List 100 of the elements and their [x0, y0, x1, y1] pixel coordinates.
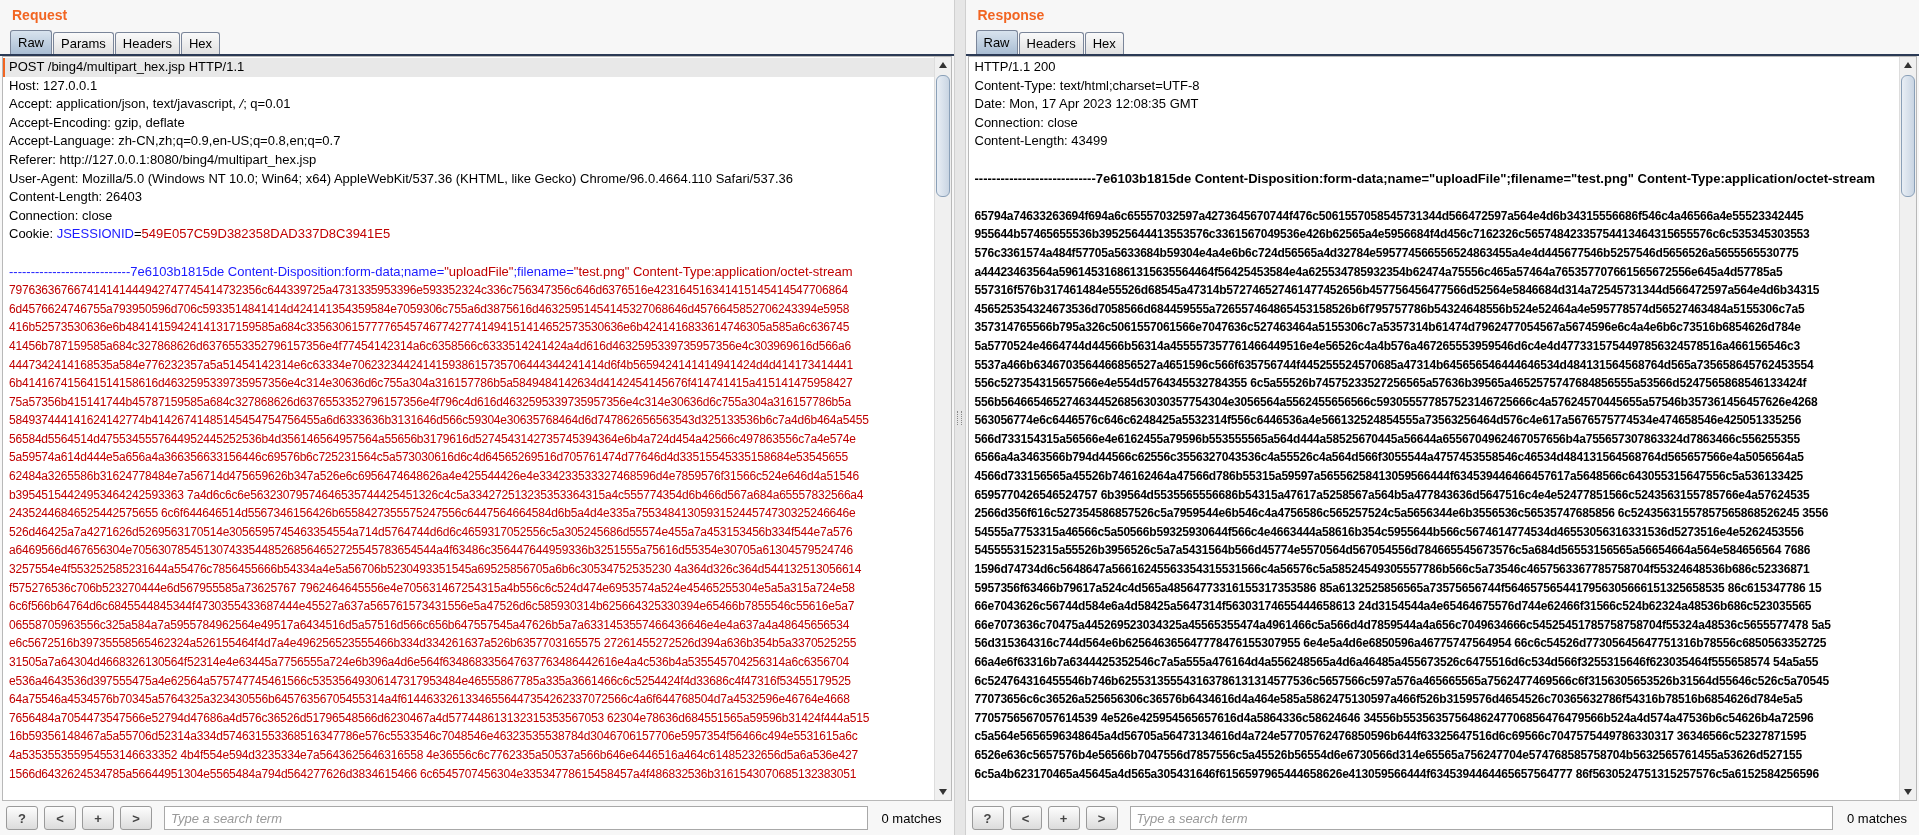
hex-body-line: 7705756567057614539 4e526e425954565657616d4a5864336c58624646 34556b5535635756486247706856476479566b524a4d574a47536b6c54626b4a72596 — [973, 709, 1815, 727]
hex-body-line: 566d733154315a56566e4e6162455a79596b553555565a564d444a58525670445a56644a6556704962467057656b4a755657307863324d7863466c556255355 — [973, 430, 1801, 448]
search-nav-button[interactable]: ? — [6, 806, 38, 830]
hex-body-line: a6469566d467656304e70563078545130743354485268564652725545783654544a4f63486c356447644959336b3251555a75616d55354e30705a61304579524746 — [8, 542, 855, 560]
search-nav-button[interactable]: > — [1085, 806, 1118, 830]
hex-body-line: 557316f576b317461484e55526d68545a47314b572746527461477452656b457756456477566d52564e5846684d314a72545731344d566472597a564e4d6b34315 — [973, 282, 1821, 300]
hex-body-line: 3257554e4f553252585231644a55476c7856455666b54334a4e5a56706b5230493351545a69525856705a6b6c30534752535230 4a364d326c364d544132513056614 — [8, 561, 863, 579]
message-editor[interactable] — [967, 56, 1917, 801]
header-line: Accept: application/json, text/javascript, /; q=0.01 — [8, 95, 292, 114]
hex-body-line: 6b414167415641514158616d4632595339735957356e4c314e30636d6c755a304a316157786b5a5849484142634d4142454145676f414741415a415141475958427 — [8, 375, 854, 393]
tab[interactable]: Raw — [975, 30, 1018, 54]
panel-title: Response — [976, 6, 1046, 25]
hex-body-line: 54555a7753315a46566c5a50566b59325930644f566c4e4663444a58616b354c5955644b566c5674614774534d46553056316331536d5273516e4e5262453556 — [973, 523, 1805, 541]
scroll-thumb[interactable] — [1901, 75, 1915, 197]
hex-body-line: 16b59356148467a5a55706d52314a334d574631553368516347786e576c5533546c7048546e46323535538784d3046706157706e5957354f56466c494e5531615a6c — [8, 728, 859, 746]
hex-body-line: 31505a7a64304d4668326130564f52314e4e63445a7756555a724e6b396a4d6e564f634868335647637763486442616e4a4c536b4a535545704256314a6c6356704 — [8, 654, 851, 671]
scroll-down-icon[interactable] — [937, 788, 948, 796]
hex-body-line: 75a57356b415141744b45787159585a684c327868626d6376553352796157356e4f796c4d616d4632595339735957356e4c314e30636d6c755a304a316157786b5a — [8, 393, 853, 411]
hex-body-line: 5537a466b6346703564466856527a4651596c566f635756744f445255524570685a47314b645656546444646534d484131564568764d565a735658645762453554 — [973, 356, 1815, 374]
tab[interactable]: Hex — [1084, 32, 1124, 54]
hex-body-line: a44423463564a596145316861315635564464f56425453584e4a625534785932354b62474a75556c465a57464a765357707661565672556e645a4d57785a5 — [973, 263, 1784, 281]
search-nav-button[interactable]: > — [120, 806, 152, 830]
hex-body-line: 5455553152315a55526b3956526c5a7a5431564b566d45774e5570564d567054556d784665545673576c5a684d56553156565a56654664a564e584656564 7686 — [973, 542, 1812, 560]
header-line: User-Agent: Mozilla/5.0 (Windows NT 10.0; Win64; x64) AppleWebKit/537.36 (KHTML, like Gecko) Chrome/96.0.4664.110 Safari/537.36 — [8, 169, 794, 188]
hex-body-line: 556c527354315657566e4e554d5764345532784355 6c5a55526b74575233527256565a57636b39565a4652575747684856555a53566d5247565868546133424f — [973, 375, 1808, 393]
hex-body-line: 7656484a7054473547566e52794d47686a4d576c36526d51796548566d6230467a4d577448613132315353567053 62304e78636d684551565a59596b31424f444a515 — [8, 709, 871, 727]
message-editor[interactable] — [2, 56, 952, 801]
search-field[interactable]: Type a search term — [164, 806, 868, 830]
hex-body-line: 24352446846525442575655 6c6f644646514d5567346156426b6558427355575247556c6447564664584d6b5a4d4e335a755348413059315244574730325246646e — [8, 505, 857, 523]
header-line: Accept-Language: zh-CN,zh;q=0.9,en-US;q=0.8,en;q=0.7 — [8, 132, 342, 151]
header-line: Connection: close — [8, 206, 114, 225]
scroll-up-icon[interactable] — [1903, 61, 1913, 69]
scroll-up-icon[interactable] — [937, 61, 948, 69]
scroll-down-icon[interactable] — [1903, 788, 1913, 796]
header-line: Accept-Encoding: gzip, deflate — [8, 113, 186, 132]
panel-title: Request — [11, 6, 69, 25]
hex-body-line: 526d46425a7a4271626d5269563170514e3056595745463354554a714d5764744d6d6c4659317052556c5a305245686d55574e455a7a453153456b334f544e7a576 — [8, 523, 854, 541]
hex-body-line: 5957356f63466b79617a524c4d565a48564773316155317353586 85a6132525856565a73575656744f5646575654417956305666151325658535 86c615347786 15 — [973, 579, 1823, 597]
header-line: Referer: http://127.0.0.1:8080/bing4/multipart_hex.jsp — [8, 150, 318, 169]
hex-body-line: e6c5672516b39735558565462324a526155464f4d7a4e496256523555466b334d334261637a526b6357703165575 27261455272526d394a636b354b5a3370525255 — [8, 635, 858, 653]
search-nav-button[interactable]: < — [1009, 806, 1042, 830]
header-line: Date: Mon, 17 Apr 2023 12:08:35 GMT — [973, 95, 1200, 114]
hex-body-line: 56d315364316c744d564e6b625646365647778476155307955 6e4e5a4d6e6850596a46775747564954 66c6c54526d77305645647751316b78556c6850563352725 — [973, 635, 1828, 653]
header-line: Content-Length: 26403 — [8, 188, 143, 207]
hex-body-line: 357314765566b795a326c5061557061566e7047636c527463464a5155306c7a5357314b61474d7962477054567a5674596e6c4a4e6b6c73516b6854626d784e — [973, 319, 1802, 337]
hex-body-line: 797636367667414141444942747745414732356c644339725a4731335953396e593352324c336c756347356c646d6376516e423164516341415145414547706864 — [8, 282, 849, 300]
hex-body-line: 6c524764316455546b746b625531355543163786131314577536c5657566c597a576a465665565a7562477469566c6f3156305653526b31564d55646c526c5a70545 — [973, 672, 1830, 690]
hex-body-line: 56584d5564514d4755345557644952445252536b4d356146564957564a55656b3179616d5274543142735745394364e6b4a724d454a42566c497863556c7a4e574e — [8, 430, 857, 448]
scroll-thumb[interactable] — [935, 75, 950, 197]
hex-body-line: 6d4576624746755a793950596d706c5933514841414d424141354359584e7059306c755a6d3875616d46325951454145327068646d4576645852706243394e5958 — [8, 300, 851, 318]
hex-body-line: 584937444141624142774b41426741485145454754756455a6d6333636b3131646d566c59304e30635768464d6d747862656563543d325133536b6c7a4d6b464a5455 — [8, 412, 870, 430]
hex-body-line: 66e7043626c56744d584e6a4d58425a5647314f56303174655444658613 24d3154544a4e65464675576d744e62466f31566c524b62324a48536b686c523035565 — [973, 598, 1813, 616]
hex-body-line: 6c6f566b64764d6c6845544845344f4730355433687444e45527a637a565761573431556e5a47526d6c585930314b625664325330394e65466b7855546c55616e5a7 — [8, 598, 856, 616]
scrollbar[interactable] — [1899, 57, 1916, 800]
tab[interactable]: Headers — [114, 32, 180, 54]
hex-body-line: 416b52573530636e6b48414159424141317159585a684c3356306157777654574677427741494151414652573530636e6b4241416833614746305a585a6c636745 — [8, 319, 851, 337]
hex-body-line: 4a535355355954553146633352 4b4f554e594d3235334e7a5643625646316558 4e36556c6c7762335a50537a566b646e6446516a464c61485232656d5a6a536e427 — [8, 746, 859, 764]
hex-body-line: 6595770426546524757 6b39564d5535565556686b54315a47617a5258567a564b5a477843636d5647516c4e4e52477851566c5243563155785766e4a57624535 — [973, 486, 1811, 504]
hex-body-line: 77073656c6c36526a525656306c36576b6434616d4a464e585a5862475130597a466f526b3159576d4654526c70365632786f54316b78516b6854626d784e5a5 — [973, 691, 1804, 709]
tab[interactable]: Hex — [180, 32, 221, 54]
hex-body-line: c5a564e5656596348645a4d56705a56473134616d4a724e57705762476850596b644f63325647516d6c69566c7047575449786330317 36346566c52327871595 — [973, 728, 1808, 746]
scrollbar[interactable] — [933, 57, 951, 800]
hex-body-line: 6526e636c5657576b4e56566b7047556d7857556c5a45526b56554d6e6730566d314e65565a756247704e574768585758704b5632565761455a53626d527155 — [973, 746, 1803, 764]
hex-body-line: 62484a3265586b31624778484e7a56714d475659626b347a526e6c6956474648626a4e425544426e4e334233533327468596d4e7859576f31566c524e646d4a51546 — [8, 468, 860, 486]
hex-body-line: 2566d356f616c527354586857526c5a7959544e6b546c4a4756586c565257524c5a5656344e6b3556536c56535747685856 6c52435631557857565868526245 3556 — [973, 505, 1830, 523]
tab[interactable]: Headers — [1018, 32, 1084, 54]
search-nav-button[interactable]: ? — [971, 806, 1004, 830]
match-count: 0 matches — [1846, 810, 1908, 826]
search-nav-button[interactable]: + — [1047, 806, 1080, 830]
hex-body-line: 06558705963556c325a584a7a5955784962564e49517a6434516d5a57516d566c656b647557545a47626b5a7a6331453557466436646e4e4a637a4a48645656534 — [8, 616, 851, 634]
search-nav-button[interactable]: + — [82, 806, 114, 830]
header-line: Content-Length: 43499 — [973, 132, 1109, 151]
hex-body-line: 64a75546a4534576b70345a5764325a323430556b64576356705455314a4f61446332613346556447354262337072566c4a6f644768504d7a4532596e46764e4668 — [8, 691, 851, 709]
header-line: Cookie: JSESSIONID=549E057C59D382358DAD337D8C3941E5 — [8, 225, 392, 244]
hex-body-line: 5a5770524e4664744d44566b56314a455557357761466449516e4e56526c4a4b576a467265553959546d6c4e4d4773315754497856324578516a466156546c3 — [973, 337, 1801, 355]
hex-body-line: 4447342414168535a584e776232357a5a51454142314e6c63334e706232344241415938615735706444344241414d6f4b5659424141414941424d4d414173414441 — [8, 356, 855, 374]
hex-body-line: 66a4e6f63316b7a6344425352546c7a5a555a476164d4a556248565a4d6a46485a455673526c6475516d6c534d566f3255315646f623035464f555658574 54a5a55 — [973, 654, 1820, 671]
header-line: Connection: close — [973, 113, 1079, 132]
hex-body-line: 576c3361574a484f57705a5633684b59304e4a4e6b6c724d56565a4d32784e595774566556524863455a4e4d445677546b5257546d5656526a5655565530775 — [973, 244, 1800, 262]
match-count: 0 matches — [880, 810, 943, 826]
boundary-line: ----------------------------7e6103b1815de Content-Disposition:form-data;name="uploadFile";filename="test.png" Content-Type:application/octet-stream — [8, 262, 854, 281]
boundary-line: ----------------------------7e6103b1815de Content-Disposition:form-data;name="uploadFile";filename="test.png" Content-Type:application/octet-stream — [973, 169, 1876, 188]
hex-body-line: 556b56466546527463445268563030357754304e3056564a5562455656566c593055577857523146725666c4a57624570445655a57546b357361456457626e4268 — [973, 393, 1819, 411]
header-line: Host: 127.0.0.1 — [8, 76, 99, 95]
tab[interactable]: Params — [53, 32, 114, 54]
hex-body-line: 1566d6432624534785a56644951304e5565484a794d564277626d3834615466 6c6545707456304e33534778615458457a4f486832536b3161543070685132383051 — [8, 765, 858, 783]
hex-body-line: 66e7073636c70475a445269523034325a45565355474a4961466c5a566d4d7859544a4a656c7049634666c54525451785758758704f55324a48536c5655577478 5a5 — [973, 616, 1832, 634]
tab[interactable]: Raw — [10, 30, 52, 54]
hex-body-line: e536a4643536d397555475a4e62564a575747745461566c53535649306147317953484e46555867785a335a3661466c6c5254424f4d33686c4f47316f53455179525 — [8, 672, 852, 690]
hex-body-line: 41456b787159585a684c327868626d6376553352796157356e4f77454142314a6c6358566c6333514241424a4d616d4632595339735957356e4c303969616d566a6 — [8, 337, 853, 355]
search-nav-button[interactable]: < — [44, 806, 76, 830]
search-field[interactable]: Type a search term — [1129, 806, 1833, 830]
header-line: HTTP/1.1 200 — [973, 58, 1057, 76]
hex-body-line: 5a59574a614d444e5a656a4a366356633156446c69576b6c725231564c5a573030616d6c4d64565269516d705761474d77646d4d33515545335158684e53545655 — [8, 449, 849, 467]
hex-body-line: 6566a4a3463566b794d44566c62556c3556327043536c4a55526c4a564d566f3055544a4757453558546c46534d484131564568764d565657566e4a5056564a5 — [973, 449, 1805, 467]
hex-body-line: 456525354324673536d7058566d684459555a726557464865453158526b6f795757786b54324648556b524e52464a4e595778574d56527463484a5155306c7a5 — [973, 300, 1806, 318]
hex-body-line: 563056774e6c6446576c646c6248425a5532314f556c6446536a4e566132524854555a73563256464d576c4e617a5676575774534e474658546e425051335256 — [973, 412, 1803, 430]
hex-body-line: b39545154424953464242593363 7a4d6c6c6e56323079574646535744425451326c4c5a334272513235353364315a4c555774354d6b466d567a684a65557832566a4 — [8, 486, 865, 504]
hex-body-line: 955644b57465655536b39525644413553576c3361567049536e426b62565a4e5956684f4d456c7162326c56574842335754413464315655576c6c535345303553 — [973, 226, 1811, 244]
hex-body-line: 6c5a4b623170465a45645a4d565a305431646f6156597965444658626e413059566444f6345394464465657564777 86f5630524751315257576c5a6152584256596 — [973, 765, 1820, 783]
